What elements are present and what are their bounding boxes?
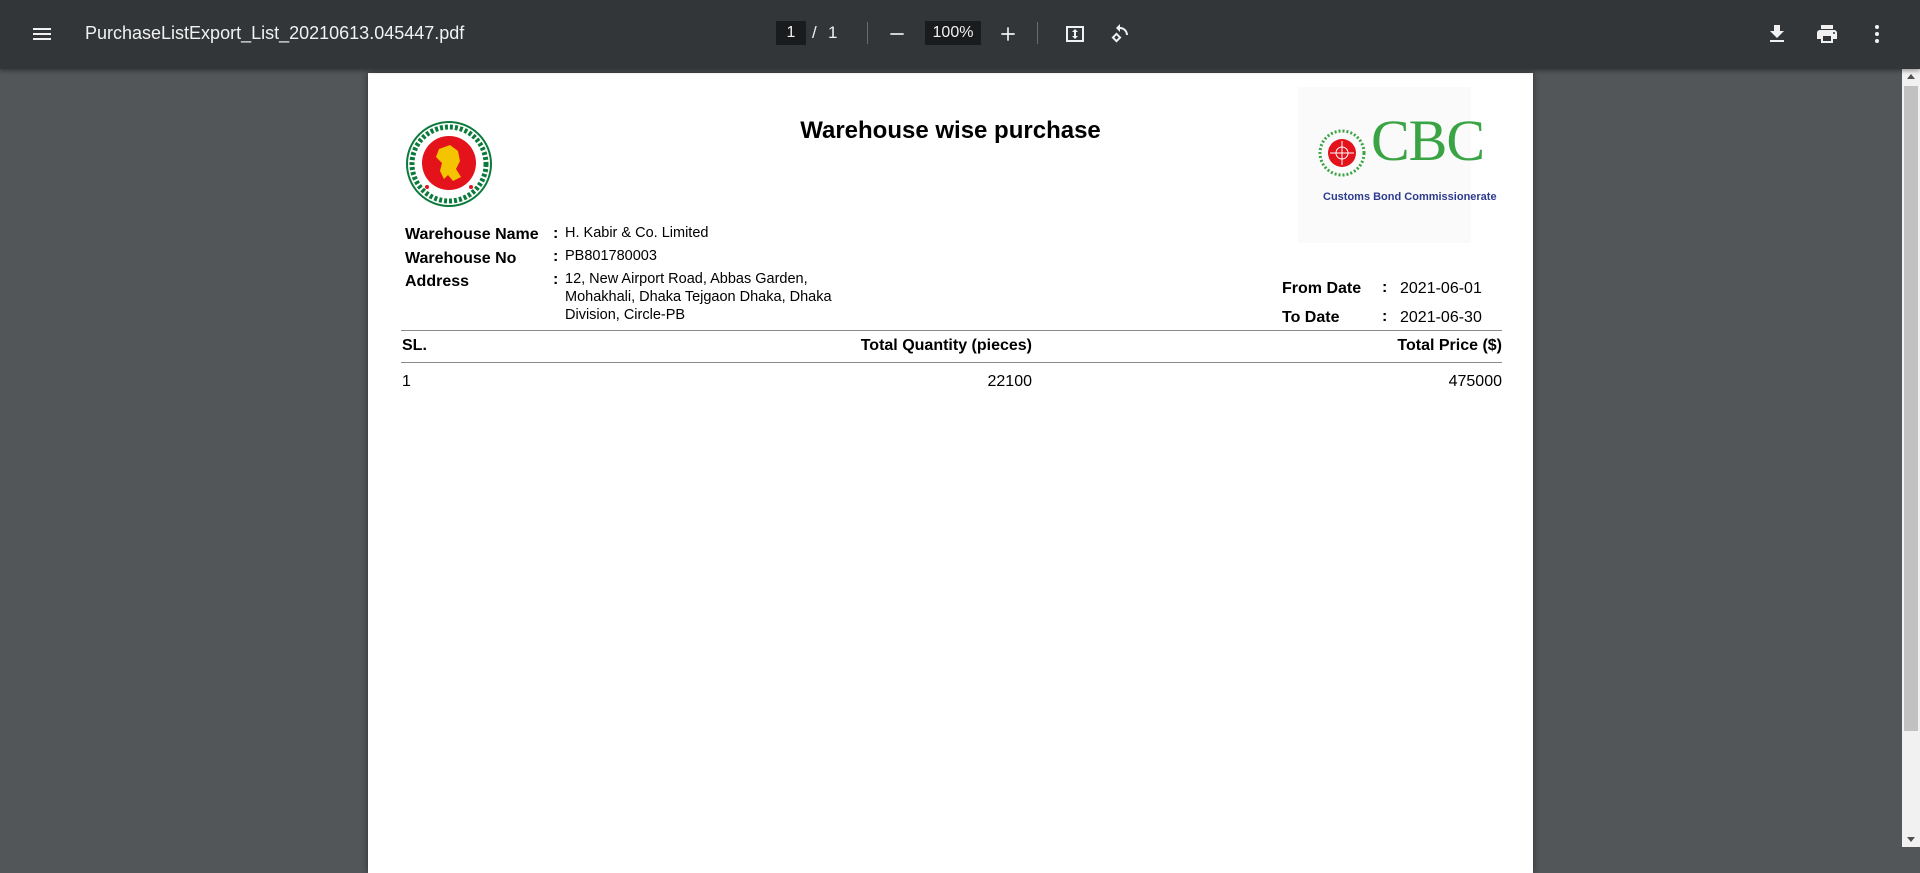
colon: : [553,248,559,265]
colon: : [553,225,559,242]
column-header-sl: SL. [402,337,427,354]
more-vert-icon [1875,25,1879,43]
warehouse-name-value: H. Kabir & Co. Limited [565,225,709,241]
cell-total-price: 475000 [1448,373,1502,390]
toolbar-divider [867,22,868,44]
print-button[interactable] [1807,14,1847,54]
fit-page-icon [1066,26,1084,42]
vertical-scrollbar[interactable] [1902,69,1920,847]
column-header-total-price: Total Price ($) [1397,337,1502,354]
menu-icon [33,28,51,40]
cbc-logo-text: CBC [1371,108,1485,173]
menu-button[interactable] [22,14,62,54]
zoom-out-button[interactable] [877,14,917,54]
from-date-value: 2021-06-01 [1400,280,1482,297]
to-date-label: To Date [1282,309,1340,326]
page-total: 1 [828,23,838,42]
scrollbar-thumb[interactable] [1904,86,1918,731]
table-header-rule [401,362,1502,363]
zoom-level-input[interactable]: 100% [925,21,981,45]
zoom-out-icon [890,33,904,35]
cell-total-quantity: 22100 [987,373,1033,390]
scroll-up-arrow-icon[interactable] [1907,74,1915,79]
page-number-input[interactable]: 1 [776,21,806,45]
to-date-value: 2021-06-30 [1400,309,1482,326]
download-icon [1770,25,1784,42]
column-header-total-quantity: Total Quantity (pieces) [860,337,1032,354]
toolbar-divider [1037,22,1038,44]
fit-to-page-button[interactable] [1055,14,1095,54]
from-date-label: From Date [1282,280,1362,297]
warehouse-no-value: PB801780003 [565,248,657,264]
cbc-logo: CBC Customs Bond Commissionerate [1298,87,1497,243]
rotate-button[interactable] [1100,14,1140,54]
pdf-page: Warehouse wise purchase CBC Customs Bond… [368,73,1533,873]
warehouse-name-label: Warehouse Name [405,226,539,243]
cbc-logo-subtitle: Customs Bond Commissionerate [1323,191,1497,203]
colon: : [1382,308,1388,325]
warehouse-no-label: Warehouse No [405,250,517,267]
address-value: 12, New Airport Road, Abbas Garden, Moha… [565,271,832,323]
colon: : [553,271,559,288]
print-icon [1817,25,1837,43]
cell-sl: 1 [402,373,411,390]
page-separator: / [812,23,817,42]
more-options-button[interactable] [1857,14,1897,54]
document-title: PurchaseListExport_List_20210613.045447.… [85,23,465,43]
zoom-in-icon [1001,27,1015,41]
download-button[interactable] [1757,14,1797,54]
cbc-emblem-icon [1318,129,1366,177]
zoom-in-button[interactable] [988,14,1028,54]
address-label: Address [405,273,470,290]
rotate-icon [1111,24,1128,43]
colon: : [1382,279,1388,296]
table-top-rule [401,330,1502,331]
scroll-down-arrow-icon[interactable] [1907,837,1915,842]
pdf-toolbar: PurchaseListExport_List_20210613.045447.… [0,0,1920,69]
